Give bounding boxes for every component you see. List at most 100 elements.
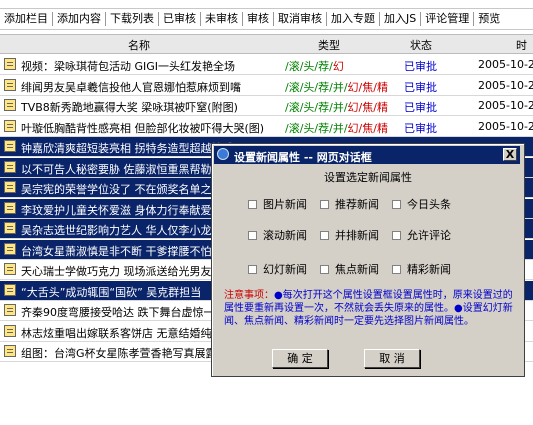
type-flags-green: /滚/头/荐/ <box>285 60 333 73</box>
news-icon <box>4 119 16 132</box>
toolbar-button[interactable]: 评论管理 <box>421 11 473 27</box>
checkbox[interactable] <box>320 230 329 240</box>
news-type: /滚/头/荐/并/幻/焦/精 <box>285 99 388 115</box>
checkbox-label: 推荐新闻 <box>335 198 379 211</box>
news-icon <box>4 242 16 255</box>
checkbox[interactable] <box>392 264 401 274</box>
dialog-titlebar[interactable]: 设置新闻属性 -- 网页对话框 X <box>214 146 520 164</box>
news-icon <box>4 304 16 316</box>
option-checkbox[interactable]: 并排新闻 <box>320 227 379 243</box>
news-icon <box>4 58 16 70</box>
news-time: 2005-10-2 <box>478 78 533 92</box>
news-title[interactable]: 林志炫重唱出嫁联系客饼店 无意结婚纯属 <box>21 325 223 341</box>
checkbox-label: 允许评论 <box>407 229 451 242</box>
checkbox[interactable] <box>248 264 257 274</box>
news-title[interactable]: 李玟爱护儿童关怀爱滋 身体力行奉献爱心 <box>21 202 223 218</box>
news-icon <box>4 283 16 296</box>
option-checkbox[interactable]: 允许评论 <box>392 227 451 243</box>
checkbox[interactable] <box>320 199 329 209</box>
news-status: 已审批 <box>404 101 437 114</box>
ie-icon <box>217 148 229 160</box>
option-checkbox[interactable]: 图片新闻 <box>248 196 307 212</box>
type-flags-green: /滚/头/荐/并/ <box>285 121 348 135</box>
table-row[interactable]: 视频：梁咏琪荷包活动 GIGI一头红发艳全场/滚/头/荐/幻 已审批 2005-10… <box>0 55 533 75</box>
news-title[interactable]: 齐秦90度弯腰接受哈达 跌下舞台虚惊一场 <box>21 304 226 320</box>
news-title[interactable]: 天心瑞士学做巧克力 现场派送给光男友 <box>21 263 212 279</box>
col-time-header: 时 <box>516 39 527 52</box>
news-icon <box>4 222 16 234</box>
checkbox-label: 今日头条 <box>407 198 451 211</box>
toolbar-button[interactable]: 加入专题 <box>327 11 379 27</box>
checkbox-label: 幻灯新闻 <box>263 263 307 276</box>
news-status: 已审批 <box>404 121 437 135</box>
news-title[interactable]: 组图：台湾G杯女星陈孝萱香艳写真展露 <box>21 345 217 361</box>
checkbox-label: 滚动新闻 <box>263 229 307 242</box>
type-flags-red: 幻/焦/精 <box>347 121 388 135</box>
news-title[interactable]: 以不可告人秘密要胁 佐藤淑恒重黑帮勒索 <box>21 161 223 177</box>
toolbar: 添加栏目 添加内容 下载列表 已审核 未审核 审核 取消审核 加入专题 加入JS 评论管理 预览 <box>0 8 533 30</box>
option-checkbox[interactable]: 今日头条 <box>392 196 451 212</box>
table-row[interactable]: 绯闻男友吴卓羲信投他人官恩娜怕惹麻烦到嘴/滚/头/荐/并/幻/焦/精 已审批 200… <box>0 76 533 96</box>
close-button[interactable]: X <box>503 148 517 161</box>
news-title[interactable]: 绯闻男友吴卓羲信投他人官恩娜怕惹麻烦到嘴 <box>21 79 241 95</box>
news-title[interactable]: 吴宗宪的荣誉学位没了 不在颁奖名单之列 <box>21 181 223 197</box>
dialog-title: 设置新闻属性 -- 网页对话框 <box>234 151 372 164</box>
checkbox[interactable] <box>392 199 401 209</box>
notice: 注意事项：●每次打开这个属性设置框设置属性时，原来设置过的属性要重新再设置一次，… <box>224 289 514 328</box>
col-name-header: 名称 <box>128 39 150 52</box>
ok-button[interactable]: 确 定 <box>272 349 328 368</box>
col-type-header: 类型 <box>318 39 340 52</box>
news-icon <box>4 345 16 357</box>
checkbox[interactable] <box>248 230 257 240</box>
news-type: /滚/头/荐/并/幻/焦/精 <box>285 79 388 95</box>
toolbar-button[interactable]: 加入JS <box>380 11 420 27</box>
cancel-button[interactable]: 取 消 <box>364 349 420 368</box>
news-icon <box>4 324 16 337</box>
news-icon <box>4 263 16 275</box>
type-flags-red: 幻/焦/精 <box>347 80 388 94</box>
option-checkbox[interactable]: 推荐新闻 <box>320 196 379 212</box>
news-type: /滚/头/荐/并/幻/焦/精 <box>285 120 388 136</box>
type-flags-green: /滚/头/荐/并/ <box>285 101 348 114</box>
col-status-header: 状态 <box>410 39 432 52</box>
checkbox-label: 焦点新闻 <box>335 263 379 276</box>
toolbar-button[interactable]: 预览 <box>474 11 504 27</box>
news-time: 2005-10-2 <box>478 58 533 71</box>
news-title[interactable]: 叶璇低胸酷背性感亮相 但脸部化妆被吓得大哭(图) <box>21 120 264 136</box>
option-checkbox[interactable]: 幻灯新闻 <box>248 261 307 277</box>
checkbox[interactable] <box>392 230 401 240</box>
news-icon <box>4 140 16 152</box>
news-icon <box>4 201 16 214</box>
news-icon <box>4 78 16 91</box>
option-checkbox[interactable]: 精彩新闻 <box>392 261 451 277</box>
news-status: 已审批 <box>404 80 437 94</box>
toolbar-button[interactable]: 取消审核 <box>274 11 326 27</box>
table-row[interactable]: TVB8新秀跪地赢得大奖 梁咏琪被吓窒(附图) /滚/头/荐/并/幻/焦/精 已审批… <box>0 96 533 116</box>
toolbar-button[interactable]: 下载列表 <box>106 11 158 27</box>
type-flags-red: 幻/焦/精 <box>347 101 388 114</box>
list-header: 名称 类型 状态 时 <box>0 34 533 54</box>
toolbar-button[interactable]: 添加栏目 <box>0 11 52 27</box>
set-news-attributes-dialog: 设置新闻属性 -- 网页对话框 X 设置选定新闻属性 图片新闻 推荐新闻 今日头条滚… <box>211 143 525 377</box>
news-icon <box>4 160 16 173</box>
checkbox[interactable] <box>320 264 329 274</box>
dialog-heading: 设置选定新闻属性 <box>324 171 412 184</box>
news-title[interactable]: 台湾女星萧淑慎是非不断 干爹撑腰不怕警 <box>21 243 223 259</box>
news-time: 2005-10-2 <box>478 99 533 112</box>
table-row[interactable]: 叶璇低胸酷背性感亮相 但脸部化妆被吓得大哭(图) /滚/头/荐/并/幻/焦/精 已审… <box>0 117 533 137</box>
news-title[interactable]: 吴杂志选世纪影响力艺人 华人仅李小龙入 <box>21 222 223 238</box>
news-title[interactable]: “大舌头”成动辄围“国砍” 吴克群担当 <box>21 284 201 300</box>
option-checkbox[interactable]: 焦点新闻 <box>320 261 379 277</box>
toolbar-button[interactable]: 审核 <box>243 11 273 27</box>
checkbox-label: 精彩新闻 <box>407 263 451 276</box>
toolbar-button[interactable]: 添加内容 <box>53 11 105 27</box>
checkbox-label: 图片新闻 <box>263 198 307 211</box>
toolbar-button[interactable]: 未审核 <box>201 11 242 27</box>
news-time: 2005-10-2 <box>478 119 533 133</box>
news-icon <box>4 181 16 193</box>
option-checkbox[interactable]: 滚动新闻 <box>248 227 307 243</box>
news-title[interactable]: 视频：梁咏琪荷包活动 GIGI一头红发艳全场 <box>21 58 235 74</box>
news-title[interactable]: TVB8新秀跪地赢得大奖 梁咏琪被吓窒(附图) <box>21 99 238 115</box>
toolbar-button[interactable]: 已审核 <box>159 11 200 27</box>
checkbox[interactable] <box>248 199 257 209</box>
